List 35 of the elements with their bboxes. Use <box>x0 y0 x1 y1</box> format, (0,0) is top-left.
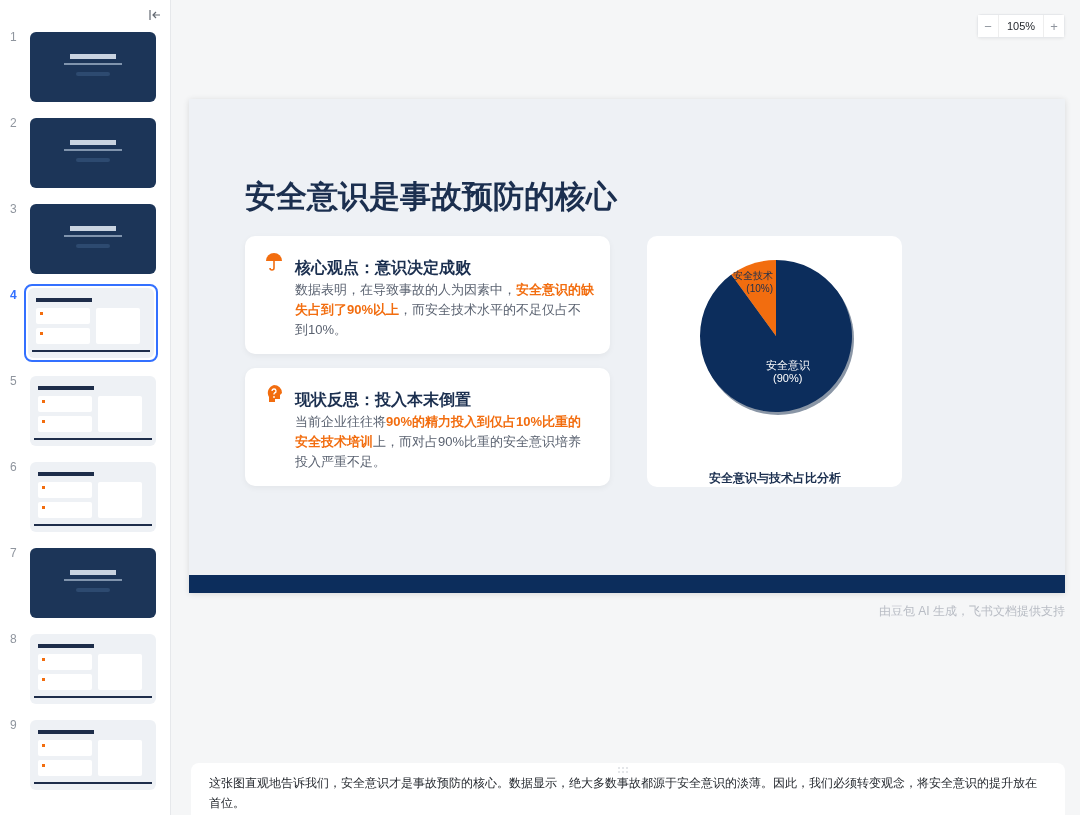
slide-number: 6 <box>10 460 18 474</box>
drag-handle-icon[interactable] <box>618 767 628 773</box>
slide-thumbnail[interactable] <box>28 632 158 706</box>
zoom-out-button[interactable]: − <box>978 15 998 37</box>
slide-thumbnail[interactable] <box>28 116 158 190</box>
umbrella-icon <box>265 252 283 272</box>
slide-thumbnail[interactable] <box>28 374 158 448</box>
zoom-in-button[interactable]: + <box>1044 15 1064 37</box>
slide-title: 安全意识是事故预防的核心 <box>245 178 618 216</box>
slide-number: 7 <box>10 546 18 560</box>
slide-thumbnail[interactable] <box>28 30 158 104</box>
card-heading: 现状反思：投入本末倒置 <box>295 390 472 410</box>
slide-number: 3 <box>10 202 18 216</box>
card-text: 数据表明，在导致事故的人为因素中，安全意识的缺失占到了90%以上，而安全技术水平的不足仅占不到10%。 <box>295 281 594 339</box>
slide-number: 1 <box>10 30 18 44</box>
slide-thumbnail[interactable] <box>28 718 158 792</box>
slide-thumbnail[interactable] <box>28 202 158 276</box>
collapse-sidebar-icon[interactable] <box>148 8 162 22</box>
card-text: 当前企业往往将90%的精力投入到仅占10%比重的安全技术培训上，而对占90%比重的安全意识培养投入严重不足。 <box>295 413 583 471</box>
slide-thumbnail[interactable] <box>28 460 158 534</box>
slice-value: (10%) <box>746 283 773 294</box>
slice-label: 安全技术 <box>733 270 773 281</box>
slice-value: (90%) <box>773 372 803 385</box>
slide-number: 8 <box>10 632 18 646</box>
slide-thumbnail[interactable] <box>28 546 158 620</box>
question-head-icon <box>265 384 283 404</box>
card-heading: 核心观点：意识决定成败 <box>295 258 472 278</box>
slide-number: 9 <box>10 718 18 732</box>
chart-title: 安全意识与技术占比分析 <box>708 470 841 487</box>
slide-thumbnail[interactable] <box>24 284 158 362</box>
slice-label: 安全意识 <box>765 359 810 372</box>
slide-number: 4 <box>10 288 18 302</box>
speaker-notes: 这张图直观地告诉我们，安全意识才是事故预防的核心。数据显示，绝大多数事故都源于安全意识的淡薄。因此，我们必须转变观念，将安全意识的提升放在首位。 <box>209 775 1037 812</box>
slide-number: 2 <box>10 116 18 130</box>
slide-number: 5 <box>10 374 18 388</box>
